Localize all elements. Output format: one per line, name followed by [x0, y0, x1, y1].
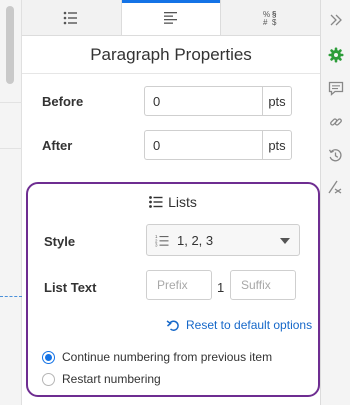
properties-button[interactable]	[321, 41, 350, 69]
before-spacing-row: Before 0 pts	[42, 86, 312, 116]
clear-format-icon	[328, 180, 342, 194]
numbered-list-icon: 1 2 3	[155, 234, 169, 247]
history-button[interactable]	[321, 141, 350, 169]
list-style-value: 1, 2, 3	[177, 232, 214, 248]
before-unit: pts	[262, 86, 292, 116]
chevron-down-icon	[280, 238, 290, 244]
continue-numbering-label: Continue numbering from previous item	[62, 350, 273, 364]
prefix-input[interactable]: Prefix	[146, 270, 212, 300]
panel-tabs: % § # $	[22, 0, 320, 36]
lists-heading: Lists	[28, 192, 318, 212]
panel-title: Paragraph Properties	[22, 36, 320, 74]
document-edge	[0, 0, 22, 405]
tab-list-format[interactable]	[22, 0, 122, 35]
gear-icon	[328, 47, 343, 63]
comment-icon	[328, 81, 343, 96]
lists-section: Lists Style 1 2 3 1, 2, 3 List Text Pref…	[26, 182, 320, 397]
continue-numbering-option[interactable]: Continue numbering from previous item	[42, 350, 272, 364]
special-characters-icon: % § # $	[263, 10, 277, 26]
document-divider	[0, 102, 22, 103]
after-spacing-input[interactable]: 0	[144, 130, 262, 160]
properties-panel: % § # $ Paragraph Properties Before 0 pt…	[22, 0, 320, 405]
tab-special-characters[interactable]: % § # $	[221, 0, 320, 35]
style-label: Style	[44, 234, 76, 249]
restart-numbering-radio[interactable]	[42, 372, 55, 386]
reset-default-label: Reset to default options	[186, 318, 313, 332]
document-scrollbar[interactable]	[6, 6, 14, 84]
tab-paragraph[interactable]	[121, 0, 222, 35]
before-label: Before	[42, 93, 84, 109]
clear-formatting-button[interactable]	[321, 173, 350, 201]
list-format-icon	[64, 11, 78, 24]
collapse-panel-button[interactable]	[321, 6, 350, 34]
after-unit: pts	[262, 130, 292, 160]
continue-numbering-radio[interactable]	[42, 350, 55, 364]
right-toolbar	[320, 0, 350, 405]
paragraph-align-icon	[164, 11, 177, 24]
svg-text:#: #	[263, 18, 268, 26]
list-text-label: List Text	[44, 280, 97, 295]
reset-default-link[interactable]: Reset to default options	[166, 318, 312, 332]
restart-numbering-option[interactable]: Restart numbering	[42, 372, 161, 386]
restart-numbering-label: Restart numbering	[62, 372, 161, 386]
list-style-select[interactable]: 1 2 3 1, 2, 3	[146, 224, 300, 256]
list-number-preview: 1	[217, 280, 225, 295]
double-chevron-right-icon	[330, 14, 342, 26]
link-icon	[329, 118, 342, 126]
after-label: After	[42, 137, 73, 153]
lists-heading-label: Lists	[168, 194, 197, 210]
before-spacing-input[interactable]: 0	[144, 86, 262, 116]
suffix-input[interactable]: Suffix	[230, 270, 296, 300]
history-icon	[328, 148, 342, 161]
after-spacing-row: After 0 pts	[42, 130, 312, 160]
document-divider	[0, 148, 22, 149]
svg-text:3: 3	[155, 242, 158, 246]
links-button[interactable]	[321, 108, 350, 136]
comments-button[interactable]	[321, 74, 350, 102]
document-guide-line	[0, 296, 22, 297]
bulleted-list-icon	[149, 196, 163, 208]
svg-text:$: $	[272, 18, 277, 26]
undo-arrow-icon	[166, 320, 179, 331]
